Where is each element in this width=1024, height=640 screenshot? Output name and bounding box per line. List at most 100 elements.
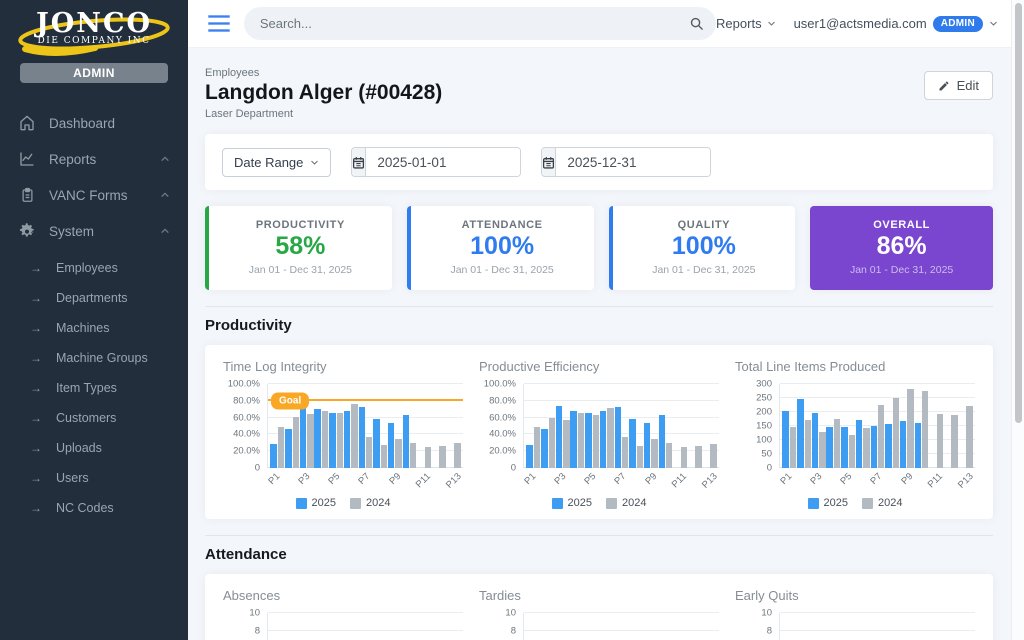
reports-dropdown[interactable]: Reports xyxy=(716,16,776,31)
x-axis-label: P5 xyxy=(583,471,599,487)
sidebar: JONCO DIE COMPANY INC ADMIN Dashboard Re… xyxy=(0,0,188,640)
bar-2024 xyxy=(395,439,401,468)
bar-2025 xyxy=(600,411,606,468)
sidebar-item-label: Reports xyxy=(49,152,96,167)
bar-2024 xyxy=(563,420,569,468)
y-axis-tick: 0 xyxy=(511,463,516,474)
x-axis-label: P1 xyxy=(522,471,538,487)
breadcrumb[interactable]: Employees xyxy=(205,67,442,79)
y-axis-tick: 100.0% xyxy=(228,379,260,390)
search-input[interactable] xyxy=(260,16,689,31)
bar-2025 xyxy=(812,413,818,468)
y-axis-tick: 50 xyxy=(761,449,772,460)
bar-2024 xyxy=(937,414,943,468)
sidebar-subitem-departments[interactable]: → Departments xyxy=(0,283,188,313)
stat-period: Jan 01 - Dec 31, 2025 xyxy=(810,264,993,276)
user-menu[interactable]: user1@actsmedia.com ADMIN xyxy=(794,16,998,32)
bar-2024 xyxy=(863,428,869,468)
clipboard-icon xyxy=(18,186,36,204)
legend-item-2025[interactable]: 2025 xyxy=(808,497,848,509)
sidebar-item-label: System xyxy=(49,224,94,239)
chart-legend: 2025 2024 xyxy=(735,497,975,509)
x-axis-label: P9 xyxy=(899,471,915,487)
arrow-right-icon: → xyxy=(30,291,42,305)
goal-badge: Goal xyxy=(271,392,309,409)
x-axis-label: P5 xyxy=(327,471,343,487)
stat-value: 86% xyxy=(810,232,993,261)
bar-2024 xyxy=(337,413,343,468)
bar-2025 xyxy=(403,415,409,468)
sidebar-subitem-label: Employees xyxy=(56,261,118,275)
bar-group xyxy=(644,384,659,468)
date-range-dropdown[interactable]: Date Range xyxy=(222,148,331,177)
scrollbar-thumb[interactable] xyxy=(1015,3,1022,423)
bar-2024 xyxy=(366,437,372,468)
sidebar-admin-badge: ADMIN xyxy=(20,63,168,83)
legend-item-2024[interactable]: 2024 xyxy=(862,497,902,509)
sidebar-item-dashboard[interactable]: Dashboard xyxy=(0,105,188,141)
chart-tardies: Tardies 0246810 xyxy=(479,588,719,640)
sidebar-subitem-label: NC Codes xyxy=(56,501,114,515)
bar-2024 xyxy=(410,443,416,468)
stat-period: Jan 01 - Dec 31, 2025 xyxy=(411,264,594,276)
legend-item-2024[interactable]: 2024 xyxy=(606,497,646,509)
sidebar-subitem-item-types[interactable]: →Item Types xyxy=(0,373,188,403)
bar-2024 xyxy=(805,420,811,468)
edit-button[interactable]: Edit xyxy=(924,71,993,100)
sidebar-subitem-nc-codes[interactable]: →NC Codes xyxy=(0,493,188,523)
end-date-input[interactable] xyxy=(556,148,711,176)
legend-item-2025[interactable]: 2025 xyxy=(552,497,592,509)
bar-2025 xyxy=(629,419,635,468)
search-icon[interactable] xyxy=(689,16,704,31)
bar-2024 xyxy=(637,446,643,468)
bar-group xyxy=(797,384,812,468)
bar-2024 xyxy=(322,411,328,468)
sidebar-subitem-label: Machine Groups xyxy=(56,351,148,365)
sidebar-item-system[interactable]: System xyxy=(0,213,188,249)
arrow-right-icon: → xyxy=(30,351,42,365)
sidebar-subitem-machine-groups[interactable]: → Machine Groups xyxy=(0,343,188,373)
sidebar-item-vanc-forms[interactable]: VANC Forms xyxy=(0,177,188,213)
legend-item-2024[interactable]: 2024 xyxy=(350,497,390,509)
bar-2024 xyxy=(578,413,584,468)
bar-2025 xyxy=(329,413,335,468)
sidebar-subitem-users[interactable]: →Users xyxy=(0,463,188,493)
y-axis-tick: 0 xyxy=(255,463,260,474)
bar-2024 xyxy=(425,447,431,468)
bar-group xyxy=(841,384,856,468)
sidebar-subitem-machines[interactable]: →Machines xyxy=(0,313,188,343)
bar-group xyxy=(432,384,447,468)
chart-total-line-items: Total Line Items Produced 05010015020025… xyxy=(735,359,975,509)
sidebar-subitem-customers[interactable]: →Customers xyxy=(0,403,188,433)
legend-item-2025[interactable]: 2025 xyxy=(296,497,336,509)
chart-title: Absences xyxy=(223,588,463,603)
page-header: Employees Langdon Alger (#00428) Laser D… xyxy=(205,67,993,120)
chevron-up-icon xyxy=(160,226,170,236)
y-axis-tick: 40.0% xyxy=(489,429,516,440)
app-root: JONCO DIE COMPANY INC ADMIN Dashboard Re… xyxy=(0,0,1024,640)
x-axis-label: P1 xyxy=(266,471,282,487)
start-date-input[interactable] xyxy=(366,148,521,176)
bar-group xyxy=(688,384,703,468)
sidebar-subitem-employees[interactable]: → Employees xyxy=(0,253,188,283)
arrow-right-icon: → xyxy=(30,261,42,275)
bar-2024 xyxy=(607,408,613,468)
stat-card-attendance: ATTENDANCE 100% Jan 01 - Dec 31, 2025 xyxy=(407,206,594,290)
y-axis-tick: 40.0% xyxy=(233,429,260,440)
stat-card-productivity: PRODUCTIVITY 58% Jan 01 - Dec 31, 2025 xyxy=(205,206,392,290)
line-chart-icon xyxy=(18,150,36,168)
brand-name: JONCO xyxy=(0,10,188,38)
sidebar-item-reports[interactable]: Reports xyxy=(0,141,188,177)
stat-card-quality: QUALITY 100% Jan 01 - Dec 31, 2025 xyxy=(609,206,796,290)
bar-2024 xyxy=(849,435,855,468)
brand-logo[interactable]: JONCO DIE COMPANY INC xyxy=(0,0,188,56)
y-axis-tick: 300 xyxy=(756,379,772,390)
y-axis-tick: 80.0% xyxy=(489,395,516,406)
sidebar-subitem-label: Departments xyxy=(56,291,128,305)
sidebar-subitem-uploads[interactable]: →Uploads xyxy=(0,433,188,463)
bar-2025 xyxy=(782,411,788,468)
bar-2024 xyxy=(381,445,387,468)
sidebar-item-label: VANC Forms xyxy=(49,188,128,203)
section-heading-productivity: Productivity xyxy=(205,306,993,334)
hamburger-menu-icon[interactable] xyxy=(208,15,230,32)
